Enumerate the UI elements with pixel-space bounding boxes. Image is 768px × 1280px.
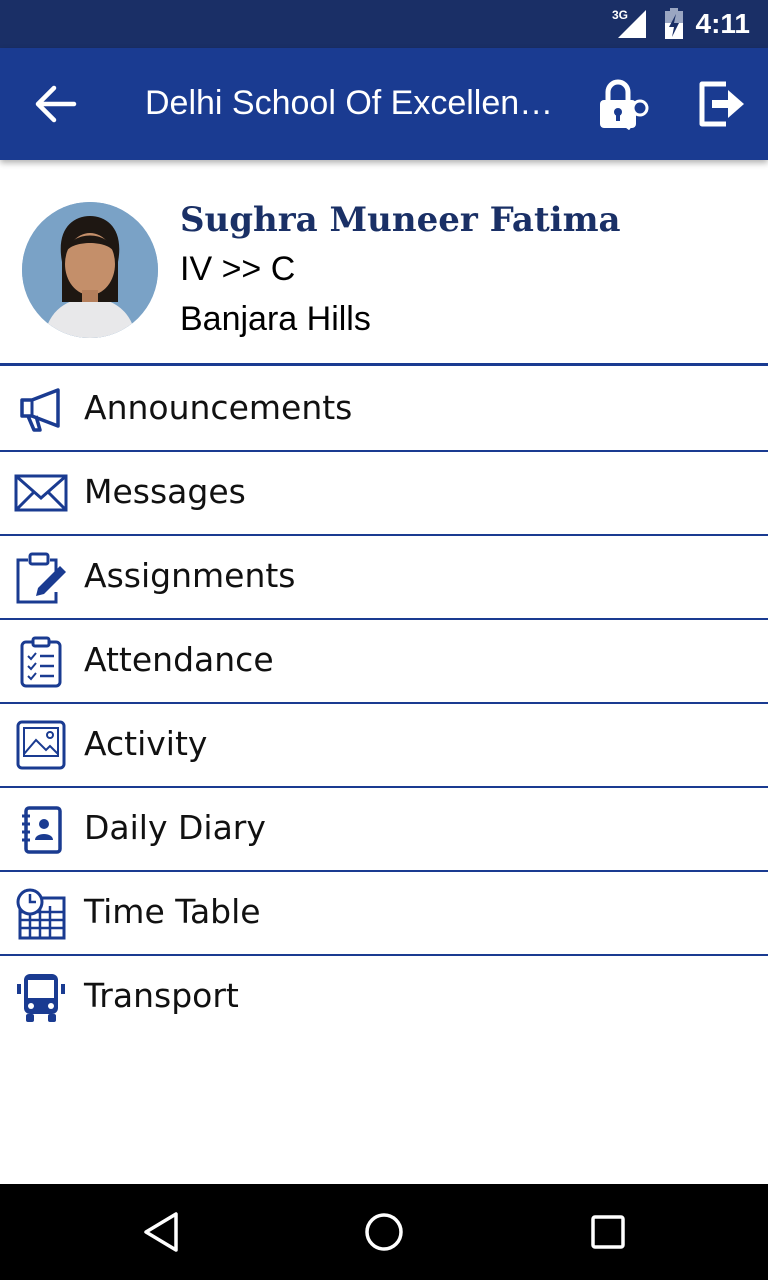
- menu-item-announcements[interactable]: Announcements: [0, 368, 768, 452]
- nav-back-icon[interactable]: [140, 1210, 184, 1254]
- menu-item-time-table[interactable]: Time Table: [0, 872, 768, 956]
- menu-item-label: Transport: [84, 976, 239, 1015]
- nav-home-icon[interactable]: [362, 1210, 406, 1254]
- contact-book-icon: [22, 806, 62, 854]
- menu-item-messages[interactable]: Messages: [0, 452, 768, 536]
- menu-item-daily-diary[interactable]: Daily Diary: [0, 788, 768, 872]
- menu-item-transport[interactable]: Transport: [0, 956, 768, 1040]
- system-navigation-bar: [0, 1184, 768, 1280]
- megaphone-icon: [20, 388, 60, 432]
- menu-item-activity[interactable]: Activity: [0, 704, 768, 788]
- menu-item-attendance[interactable]: Attendance: [0, 620, 768, 704]
- signal-icon: [618, 10, 646, 38]
- menu-item-assignments[interactable]: Assignments: [0, 536, 768, 620]
- app-title: Delhi School Of Excellen…: [145, 84, 554, 122]
- student-profile-header: Sughra Muneer Fatima IV >> C Banjara Hil…: [0, 160, 768, 366]
- student-avatar: [22, 202, 158, 338]
- menu-item-label: Attendance: [84, 640, 274, 679]
- checklist-icon: [20, 636, 62, 688]
- status-bar: 3G 4:11: [0, 0, 768, 48]
- menu-item-label: Announcements: [84, 388, 353, 427]
- menu-item-label: Time Table: [84, 892, 261, 931]
- envelope-icon: [14, 474, 68, 512]
- logout-icon[interactable]: [696, 78, 746, 130]
- back-arrow-icon[interactable]: [32, 84, 80, 124]
- nav-recents-icon[interactable]: [586, 1210, 630, 1254]
- menu-item-label: Messages: [84, 472, 246, 511]
- clipboard-pencil-icon: [16, 552, 66, 604]
- student-branch: Banjara Hills: [180, 300, 371, 338]
- menu-item-label: Assignments: [84, 556, 296, 595]
- menu-item-label: Activity: [84, 724, 208, 763]
- change-password-icon[interactable]: [596, 78, 652, 130]
- battery-icon: [665, 8, 683, 39]
- clock-calendar-icon: [16, 888, 66, 940]
- status-time: 4:11: [695, 8, 751, 39]
- bus-icon: [17, 974, 65, 1022]
- image-icon: [16, 720, 66, 770]
- main-menu: Announcements Messages Assignments Atten…: [0, 368, 768, 1040]
- app-bar: Delhi School Of Excellen…: [0, 48, 768, 160]
- menu-item-label: Daily Diary: [84, 808, 266, 847]
- student-class: IV >> C: [180, 250, 296, 288]
- student-name: Sughra Muneer Fatima: [180, 200, 621, 240]
